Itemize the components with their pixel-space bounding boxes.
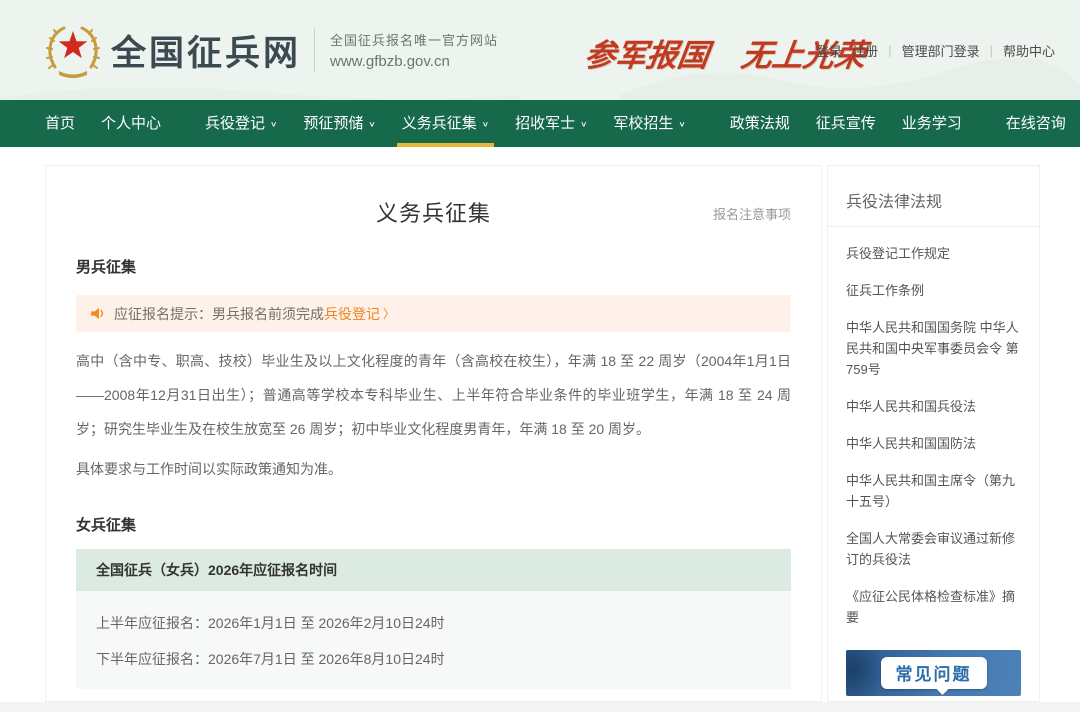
policy-note-paragraph: 具体要求与工作时间以实际政策通知为准。 <box>76 452 791 486</box>
site-header: 全国征兵网 全国征兵报名唯一官方网站 www.gfbzb.gov.cn 参军报国… <box>0 0 1080 100</box>
emblem-icon <box>45 21 101 79</box>
nav-item-policies[interactable]: 政策法规 <box>717 100 803 147</box>
signup-notes-link[interactable]: 报名注意事项 <box>713 204 791 223</box>
chevron-down-icon: ∨ <box>580 107 587 142</box>
pipe-divider: | <box>990 43 993 58</box>
page-title: 义务兵征集 <box>76 196 791 228</box>
main-panel: 义务兵征集 报名注意事项 男兵征集 应征报名提示：男兵报名前须完成 兵役登记 〉… <box>45 165 822 702</box>
sidebar-link-registration-rules[interactable]: 兵役登记工作规定 <box>846 243 1021 264</box>
nav-item-academy-admission[interactable]: 军校招生∨ <box>600 100 698 147</box>
second-half-schedule: 下半年应征报名：2026年7月1日 至 2026年8月10日24时 <box>96 649 771 669</box>
chevron-down-icon: ∨ <box>368 107 375 142</box>
site-tagline: 全国征兵报名唯一官方网站 <box>330 30 498 51</box>
sidebar-link-national-defense-law[interactable]: 中华人民共和国国防法 <box>846 433 1021 454</box>
footer-strip <box>0 702 1080 712</box>
male-requirements-paragraph: 高中（含中专、职高、技校）毕业生及以上文化程度的青年（含高校在校生），年满 18… <box>76 344 791 446</box>
male-enlistment-heading: 男兵征集 <box>76 256 791 277</box>
site-url: www.gfbzb.gov.cn <box>330 51 498 73</box>
pipe-divider: | <box>888 43 891 58</box>
alert-text: 应征报名提示：男兵报名前须完成 <box>114 304 324 324</box>
nav-item-propaganda[interactable]: 征兵宣传 <box>803 100 889 147</box>
sidebar-link-military-service-law[interactable]: 中华人民共和国兵役法 <box>846 396 1021 417</box>
schedule-title: 全国征兵（女兵）2026年应征报名时间 <box>76 549 791 591</box>
sidebar-link-physical-exam-standard[interactable]: 《应征公民体格检查标准》摘要 <box>846 586 1021 628</box>
female-enlistment-heading: 女兵征集 <box>76 514 791 535</box>
chevron-right-icon: 〉 <box>383 305 395 322</box>
nav-item-pre-recruit[interactable]: 预征预储∨ <box>290 100 388 147</box>
first-half-schedule: 上半年应征报名：2026年1月1日 至 2026年2月10日24时 <box>96 613 771 633</box>
sidebar-title: 兵役法律法规 <box>828 188 1039 227</box>
admin-login-link[interactable]: 管理部门登录 <box>902 41 980 60</box>
logo-divider <box>314 28 315 72</box>
nav-item-nco-recruit[interactable]: 招收军士∨ <box>502 100 600 147</box>
nav-item-service-registration[interactable]: 兵役登记∨ <box>192 100 290 147</box>
nav-item-business-study[interactable]: 业务学习 <box>889 100 975 147</box>
nav-item-personal-center[interactable]: 个人中心 <box>88 100 174 147</box>
chevron-down-icon: ∨ <box>270 107 277 142</box>
alert-banner: 应征报名提示：男兵报名前须完成 兵役登记 〉 <box>76 295 791 332</box>
sidebar-panel: 兵役法律法规 兵役登记工作规定 征兵工作条例 中华人民共和国国务院 中华人民共和… <box>827 165 1040 702</box>
site-name: 全国征兵网 <box>111 25 301 76</box>
login-link[interactable]: 登录 <box>816 41 842 60</box>
help-center-link[interactable]: 帮助中心 <box>1003 41 1055 60</box>
site-logo[interactable]: 全国征兵网 全国征兵报名唯一官方网站 www.gfbzb.gov.cn <box>45 21 498 79</box>
speaker-icon <box>89 305 106 322</box>
sidebar-link-revised-service-law[interactable]: 全国人大常委会审议通过新修订的兵役法 <box>846 528 1021 570</box>
header-links: 登录 注册 | 管理部门登录 | 帮助中心 <box>816 41 1055 60</box>
faq-banner-button[interactable]: 常见问题 <box>846 650 1021 696</box>
nav-item-compulsory-enlistment[interactable]: 义务兵征集∨ <box>389 100 502 147</box>
faq-bubble-label: 常见问题 <box>881 657 987 689</box>
page-content: 义务兵征集 报名注意事项 男兵征集 应征报名提示：男兵报名前须完成 兵役登记 〉… <box>0 147 1080 702</box>
main-nav: 首页 个人中心 兵役登记∨ 预征预储∨ 义务兵征集∨ 招收军士∨ 军校招生∨ 政… <box>0 100 1080 147</box>
sidebar-link-presidential-order-95[interactable]: 中华人民共和国主席令（第九十五号） <box>846 470 1021 512</box>
nav-item-online-consult[interactable]: 在线咨询 <box>993 100 1079 147</box>
sidebar-link-conscription-regulations[interactable]: 征兵工作条例 <box>846 280 1021 301</box>
schedule-box: 全国征兵（女兵）2026年应征报名时间 上半年应征报名：2026年1月1日 至 … <box>76 549 791 689</box>
schedule-body: 上半年应征报名：2026年1月1日 至 2026年2月10日24时 下半年应征报… <box>76 591 791 689</box>
nav-item-home[interactable]: 首页 <box>45 100 88 147</box>
sidebar-link-decree-759[interactable]: 中华人民共和国国务院 中华人民共和国中央军事委员会令 第759号 <box>846 317 1021 380</box>
slogan-part-1: 参军报国 <box>582 38 711 74</box>
register-link[interactable]: 注册 <box>852 41 878 60</box>
service-registration-link[interactable]: 兵役登记 <box>324 304 380 324</box>
chevron-down-icon: ∨ <box>482 107 489 142</box>
chevron-down-icon: ∨ <box>678 107 685 142</box>
